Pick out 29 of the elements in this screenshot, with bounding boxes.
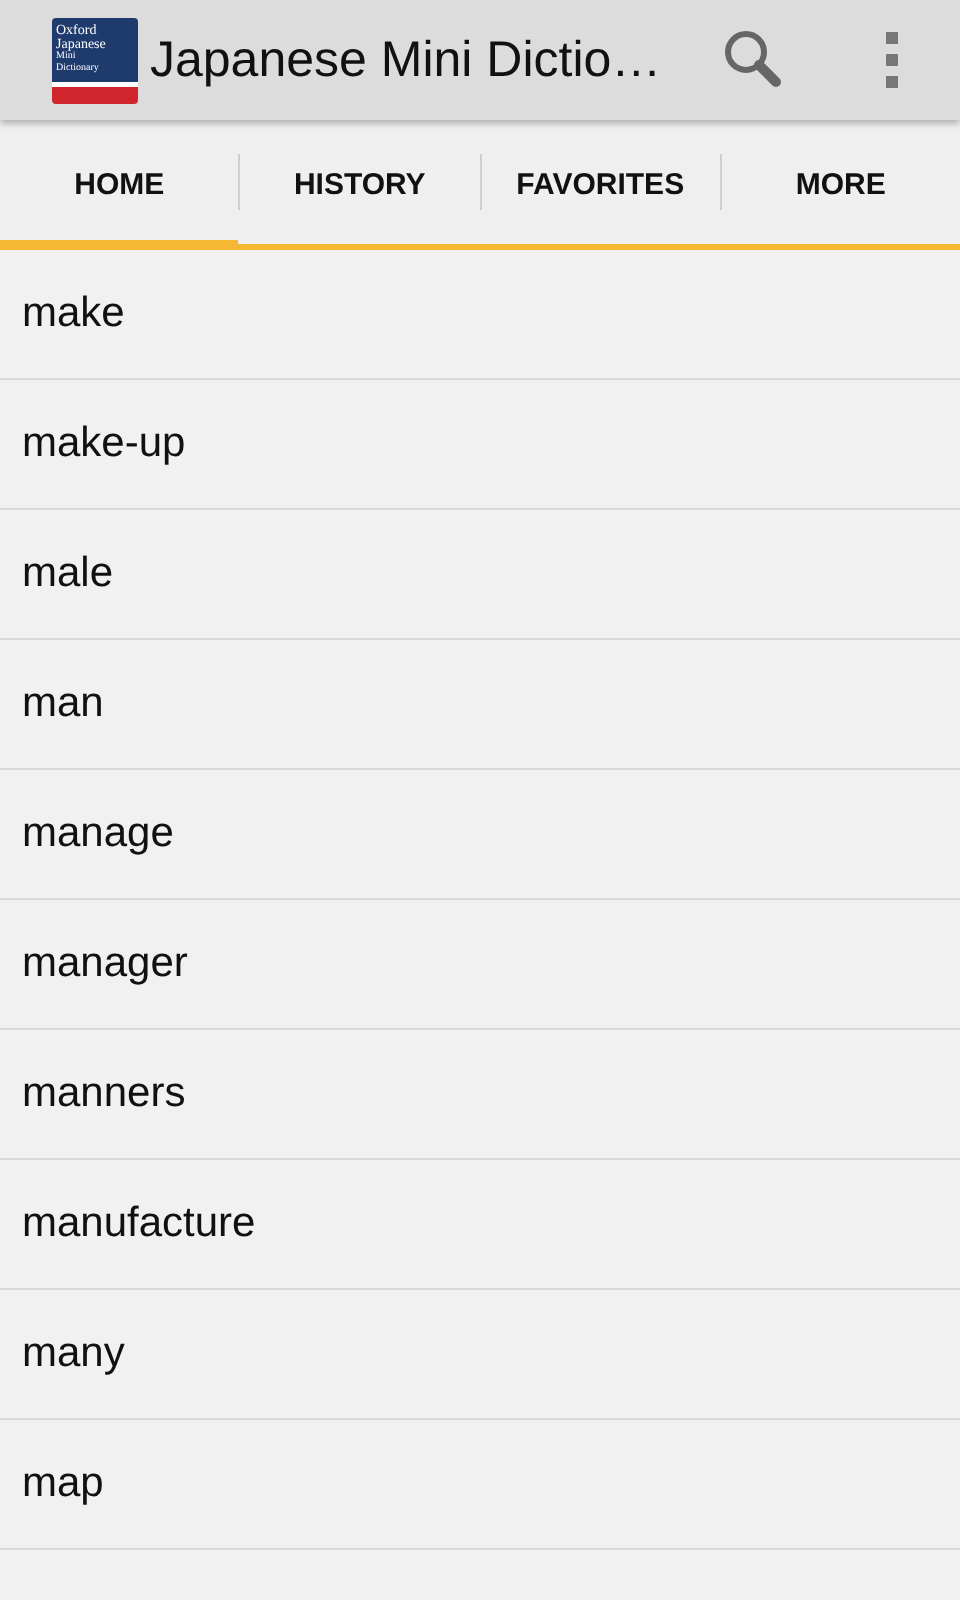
word-row[interactable]: make-up <box>0 380 960 510</box>
word-text: man <box>22 680 104 728</box>
overflow-menu-button[interactable] <box>884 32 900 88</box>
word-text: manufacture <box>22 1200 256 1248</box>
word-text: map <box>22 1460 104 1508</box>
word-row[interactable]: male <box>0 510 960 640</box>
word-text: manage <box>22 810 174 858</box>
word-text: manager <box>22 940 188 988</box>
tab[interactable]: MORE <box>721 128 960 250</box>
word-row[interactable]: manners <box>0 1030 960 1160</box>
word-row[interactable]: map <box>0 1420 960 1550</box>
word-text: male <box>22 550 114 598</box>
tab[interactable]: HOME <box>0 128 239 250</box>
search-icon <box>720 28 784 92</box>
word-row[interactable]: manufacture <box>0 1160 960 1290</box>
word-row[interactable]: many <box>0 1290 960 1420</box>
menu-icon <box>884 32 900 88</box>
word-text: manners <box>22 1070 186 1118</box>
word-row[interactable]: manage <box>0 770 960 900</box>
app-title: Japanese Mini Dictio… <box>150 31 664 89</box>
word-text: make-up <box>22 420 186 468</box>
word-text: many <box>22 1330 125 1378</box>
word-row[interactable]: make <box>0 250 960 380</box>
word-row[interactable]: manager <box>0 900 960 1030</box>
search-button[interactable] <box>720 28 784 92</box>
word-text: make <box>22 290 125 338</box>
tab[interactable]: HISTORY <box>240 128 479 250</box>
word-row[interactable]: man <box>0 640 960 770</box>
tab[interactable]: FAVORITES <box>481 128 720 250</box>
